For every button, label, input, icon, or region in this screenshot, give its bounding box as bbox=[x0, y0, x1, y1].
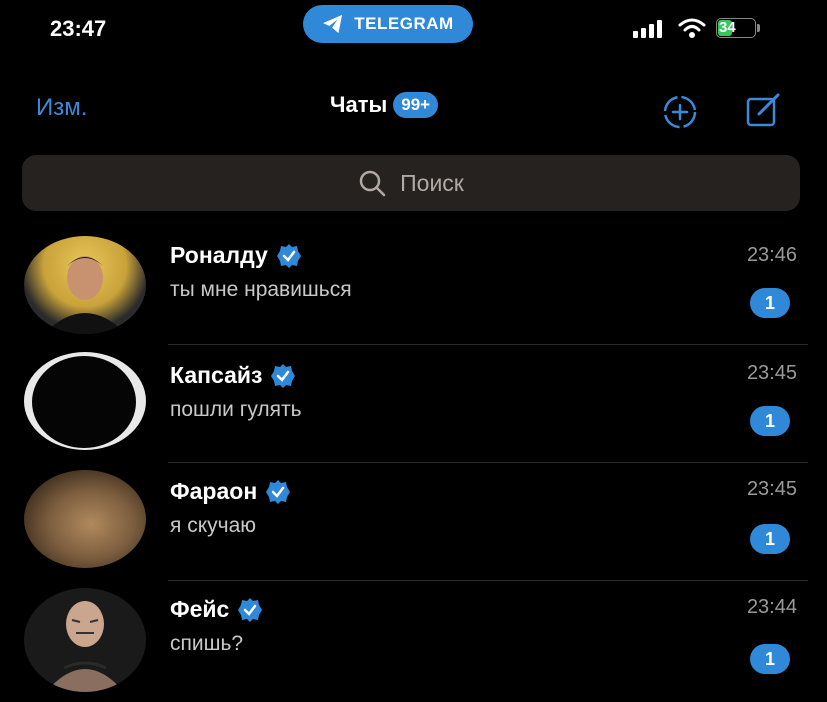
telegram-pill-label: TELEGRAM bbox=[354, 14, 454, 33]
wifi-icon bbox=[678, 18, 706, 38]
chat-title-row: Роналду bbox=[170, 242, 302, 269]
separator bbox=[168, 462, 808, 463]
search-icon bbox=[359, 170, 386, 197]
chat-row[interactable]: Роналду ты мне нравишься 23:46 1 bbox=[0, 230, 827, 348]
page-title: Чаты bbox=[330, 92, 388, 117]
avatar bbox=[24, 352, 146, 450]
story-add-icon[interactable] bbox=[660, 92, 700, 132]
nav-bar: Изм. Чаты 99+ bbox=[0, 80, 827, 140]
search-bar[interactable]: Поиск bbox=[22, 155, 800, 211]
chat-title-row: Капсайз bbox=[170, 362, 296, 389]
chat-time: 23:45 bbox=[746, 478, 797, 500]
title-group: Чаты 99+ bbox=[330, 92, 439, 118]
avatar bbox=[24, 588, 146, 692]
chat-row[interactable]: Фараон я скучаю 23:45 1 bbox=[0, 466, 827, 584]
status-bar: 23:47 TELEGRAM 34 bbox=[0, 0, 827, 56]
chat-time: 23:46 bbox=[746, 244, 797, 266]
separator bbox=[168, 580, 808, 581]
unread-badge: 1 bbox=[750, 524, 790, 554]
chat-time: 23:44 bbox=[746, 596, 797, 618]
separator bbox=[168, 344, 808, 345]
verified-icon bbox=[266, 479, 291, 504]
avatar bbox=[24, 470, 146, 568]
chat-name: Роналду bbox=[170, 242, 268, 268]
chat-preview: спишь? bbox=[170, 632, 244, 655]
avatar bbox=[24, 236, 146, 334]
chat-title-row: Фараон bbox=[170, 478, 291, 505]
unread-badge: 1 bbox=[750, 644, 790, 674]
chat-row[interactable]: Капсайз пошли гулять 23:45 1 bbox=[0, 348, 827, 466]
verified-icon bbox=[276, 243, 301, 268]
battery-percent: 34 bbox=[719, 19, 736, 36]
unread-badge: 1 bbox=[750, 406, 790, 436]
status-time: 23:47 bbox=[50, 16, 107, 41]
chat-title-row: Фейс bbox=[170, 596, 263, 623]
chat-row[interactable]: Фейс спишь? 23:44 1 bbox=[0, 584, 827, 702]
unread-total-badge: 99+ bbox=[393, 92, 439, 118]
verified-icon bbox=[238, 597, 263, 622]
signal-icon bbox=[633, 20, 662, 38]
telegram-plane-icon bbox=[323, 14, 343, 34]
chat-name: Фейс bbox=[170, 596, 230, 622]
chat-time: 23:45 bbox=[746, 362, 797, 384]
chat-name: Капсайз bbox=[170, 362, 263, 388]
compose-icon[interactable] bbox=[744, 90, 784, 130]
chat-preview: ты мне нравишься bbox=[170, 278, 352, 301]
verified-icon bbox=[271, 363, 296, 388]
edit-button[interactable]: Изм. bbox=[36, 94, 87, 122]
unread-badge: 1 bbox=[750, 288, 790, 318]
chat-preview: пошли гулять bbox=[170, 398, 302, 421]
telegram-pill[interactable]: TELEGRAM bbox=[303, 5, 473, 43]
chat-preview: я скучаю bbox=[170, 514, 256, 537]
chat-name: Фараон bbox=[170, 478, 258, 504]
search-placeholder: Поиск bbox=[400, 169, 464, 196]
battery-icon: 34 bbox=[716, 18, 762, 40]
